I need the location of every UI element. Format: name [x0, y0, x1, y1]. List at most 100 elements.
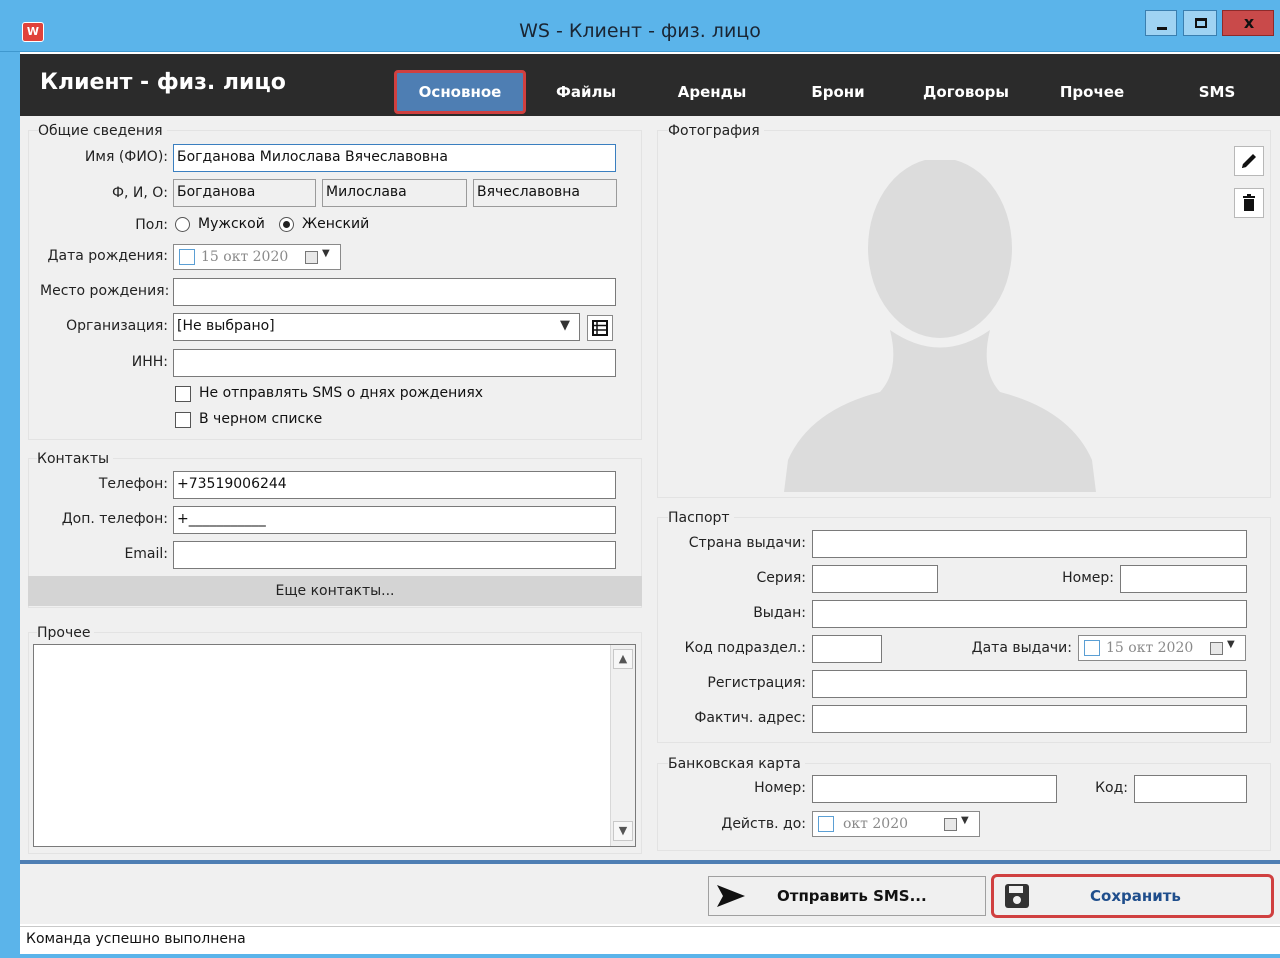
card-code-label: Код: [1095, 780, 1128, 796]
extra-phone-label: Доп. телефон: [61, 511, 168, 527]
calendar-icon[interactable] [305, 251, 318, 264]
passport-issue-date-label: Дата выдачи: [971, 640, 1072, 656]
organization-list-button[interactable] [587, 315, 613, 341]
edit-photo-button[interactable] [1234, 146, 1264, 176]
tab-sms[interactable]: SMS [1182, 74, 1252, 110]
birth-place-input[interactable] [173, 278, 616, 306]
registration-input[interactable] [812, 670, 1247, 698]
gender-female-label[interactable]: Женский [302, 216, 369, 232]
maximize-icon [1195, 18, 1207, 28]
notes-scrollbar[interactable]: ▲ ▼ [610, 645, 635, 846]
tab-contracts[interactable]: Договоры [906, 74, 1026, 110]
notes-textarea[interactable] [33, 644, 636, 847]
card-code-input[interactable] [1134, 775, 1247, 803]
save-button[interactable]: Сохранить [991, 874, 1274, 918]
close-button[interactable]: x [1222, 10, 1274, 36]
passport-issued-by-input[interactable] [812, 600, 1247, 628]
email-input[interactable] [173, 541, 616, 569]
maximize-button[interactable] [1183, 10, 1217, 36]
minimize-icon [1157, 27, 1167, 30]
registration-label: Регистрация: [707, 675, 806, 691]
minimize-button[interactable] [1145, 10, 1177, 36]
birth-place-label: Место рождения: [40, 283, 170, 299]
delete-photo-button[interactable] [1234, 188, 1264, 218]
passport-group-label: Паспорт [668, 510, 734, 526]
organization-select[interactable]: [Не выбрано] [173, 313, 580, 341]
page-title: Клиент - физ. лицо [40, 70, 286, 95]
fio-label: Имя (ФИО): [84, 149, 168, 165]
tab-main[interactable]: Основное [394, 70, 526, 114]
contacts-group-label: Контакты [37, 451, 114, 467]
window-frame-bottom [0, 954, 1280, 958]
calendar-icon[interactable] [944, 818, 957, 831]
passport-issue-date-picker[interactable]: 15 окт 2020 ▼ [1078, 635, 1246, 661]
photo-group-label: Фотография [668, 123, 764, 139]
no-birthday-sms-checkbox[interactable] [175, 386, 191, 402]
close-icon: x [1243, 13, 1255, 32]
tab-rentals[interactable]: Аренды [660, 74, 764, 110]
trash-icon [1243, 194, 1255, 211]
valid-until-value: окт 2020 [843, 816, 909, 832]
birth-date-label: Дата рождения: [47, 248, 168, 264]
no-birthday-sms-label[interactable]: Не отправлять SMS о днях рождениях [199, 385, 483, 401]
other-group-label: Прочее [37, 625, 95, 641]
gender-male-radio[interactable] [175, 217, 190, 232]
card-number-input[interactable] [812, 775, 1057, 803]
blacklist-checkbox[interactable] [175, 412, 191, 428]
inn-input[interactable] [173, 349, 616, 377]
gender-male-label[interactable]: Мужской [198, 216, 265, 232]
valid-until-checkbox[interactable] [818, 816, 834, 832]
send-sms-button[interactable]: Отправить SMS... [708, 876, 986, 916]
last-name-field[interactable]: Богданова [173, 179, 316, 207]
chevron-down-icon[interactable]: ▼ [961, 815, 969, 826]
card-valid-until-label: Действ. до: [721, 816, 806, 832]
tab-bookings[interactable]: Брони [790, 74, 886, 110]
bank-card-group-label: Банковская карта [668, 756, 805, 772]
status-text: Команда успешно выполнена [26, 931, 246, 947]
scroll-down-icon[interactable]: ▼ [613, 821, 633, 841]
middle-name-field[interactable]: Вячеславовна [473, 179, 617, 207]
passport-dept-code-input[interactable] [812, 635, 882, 663]
passport-number-input[interactable] [1120, 565, 1247, 593]
scroll-up-icon[interactable]: ▲ [613, 649, 633, 669]
first-name-field[interactable]: Милослава [322, 179, 467, 207]
chevron-down-icon[interactable]: ▼ [1227, 639, 1235, 650]
extra-phone-input[interactable]: +___________ [173, 506, 616, 534]
passport-number-label: Номер: [1062, 570, 1114, 586]
birth-date-picker[interactable]: 15 окт 2020 ▼ [173, 244, 341, 270]
floppy-disk-icon [1005, 884, 1029, 908]
card-number-label: Номер: [754, 780, 806, 796]
calendar-icon[interactable] [1210, 642, 1223, 655]
inn-label: ИНН: [131, 354, 168, 370]
actual-address-input[interactable] [812, 705, 1247, 733]
blacklist-label[interactable]: В черном списке [199, 411, 322, 427]
passport-dept-code-label: Код подраздел.: [684, 640, 806, 656]
fio-input[interactable]: Богданова Милослава Вячеславовна [173, 144, 616, 172]
window-frame-left [0, 52, 20, 958]
avatar-placeholder [784, 160, 1096, 492]
issue-date-checkbox[interactable] [1084, 640, 1100, 656]
send-icon [717, 885, 745, 907]
issue-date-value: 15 окт 2020 [1106, 640, 1194, 656]
tab-files[interactable]: Файлы [534, 74, 638, 110]
birth-date-checkbox[interactable] [179, 249, 195, 265]
email-label: Email: [124, 546, 168, 562]
phone-label: Телефон: [98, 476, 168, 492]
phone-input[interactable]: +73519006244 [173, 471, 616, 499]
actual-address-label: Фактич. адрес: [694, 710, 806, 726]
passport-country-input[interactable] [812, 530, 1247, 558]
organization-label: Организация: [66, 318, 168, 334]
general-group-label: Общие сведения [38, 123, 167, 139]
passport-series-input[interactable] [812, 565, 938, 593]
pencil-icon [1242, 154, 1256, 168]
chevron-down-icon[interactable]: ▼ [322, 248, 330, 259]
chevron-down-icon[interactable]: ▼ [560, 318, 570, 333]
passport-series-label: Серия: [756, 570, 806, 586]
tab-other[interactable]: Прочее [1044, 74, 1140, 110]
card-valid-until-picker[interactable]: окт 2020 ▼ [812, 811, 980, 837]
gender-label: Пол: [135, 217, 168, 233]
gender-female-radio[interactable] [279, 217, 294, 232]
fio-parts-label: Ф, И, О: [111, 185, 168, 201]
list-icon [592, 320, 608, 336]
more-contacts-button[interactable]: Еще контакты... [28, 576, 642, 606]
